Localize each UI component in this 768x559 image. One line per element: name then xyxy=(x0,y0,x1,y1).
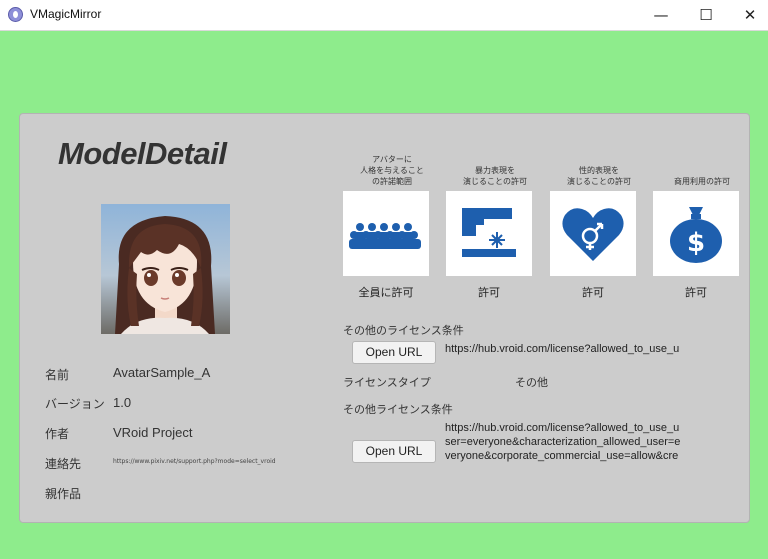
money-bag-icon: $ xyxy=(670,207,722,263)
heart-gender-icon xyxy=(562,208,624,261)
perm-violence-value: 許可 xyxy=(478,286,500,299)
name-label: 名前 xyxy=(45,368,70,382)
perm-commercial-heading-line: 商用利用の許可 xyxy=(674,177,730,186)
url-line: https://hub.vroid.com/license?allowed_to… xyxy=(445,422,680,434)
page-title: ModelDetail xyxy=(58,136,227,171)
other-license-url: https://hub.vroid.com/license?allowed_to… xyxy=(445,421,680,463)
contact-label: 連絡先 xyxy=(45,457,82,471)
model-detail-panel: ModelDetail 名前 AvatarSample_A バージョン 1.0 … xyxy=(19,113,750,523)
version-label: バージョン xyxy=(45,397,105,411)
perm-sexual-heading-line: 性的表現を xyxy=(579,166,619,175)
perm-sexual-heading-line: 演じることの許可 xyxy=(567,177,631,186)
perm-commercial-box: $ xyxy=(653,191,739,276)
perm-commercial-heading: 商用利用の許可 xyxy=(652,176,752,187)
perm-commercial-value: 許可 xyxy=(685,286,707,299)
parent-work-label: 親作品 xyxy=(45,487,82,501)
license-type-label: ライセンスタイプ xyxy=(343,376,431,389)
url-line: ser=everyone&characterization_allowed_us… xyxy=(445,436,681,448)
perm-violence-heading-line: 演じることの許可 xyxy=(463,177,527,186)
maximize-button[interactable]: ☐ xyxy=(683,0,729,30)
title-bar: VMagicMirror — ☐ ✕ xyxy=(0,0,768,31)
avatar-thumbnail xyxy=(101,204,230,334)
license-type-value: その他 xyxy=(515,376,548,389)
perm-characterization-value: 全員に許可 xyxy=(358,286,414,299)
contact-value: https://www.pixiv.net/support.php?mode=s… xyxy=(113,458,276,465)
perm-violence-heading: 暴力表現を 演じることの許可 xyxy=(445,165,545,187)
window-title: VMagicMirror xyxy=(30,7,102,21)
perm-sexual-value: 許可 xyxy=(582,286,604,299)
other-conditions-url: https://hub.vroid.com/license?allowed_to… xyxy=(445,343,680,355)
app-icon xyxy=(8,7,23,22)
open-url-button[interactable]: Open URL xyxy=(352,341,436,364)
version-value: 1.0 xyxy=(113,395,132,410)
people-icon xyxy=(349,223,421,249)
close-button[interactable]: ✕ xyxy=(727,0,768,30)
url-line: veryone&corporate_commercial_use=allow&c… xyxy=(445,450,679,462)
perm-characterization-heading-line: 人格を与えること xyxy=(360,166,424,175)
name-value: AvatarSample_A xyxy=(113,365,211,380)
author-label: 作者 xyxy=(45,427,70,441)
open-url-button-2[interactable]: Open URL xyxy=(352,440,436,463)
minimize-button[interactable]: — xyxy=(638,0,684,30)
perm-sexual-heading: 性的表現を 演じることの許可 xyxy=(549,165,649,187)
gun-icon xyxy=(462,208,516,257)
perm-sexual-box xyxy=(550,191,636,276)
perm-violence-box xyxy=(446,191,532,276)
svg-text:$: $ xyxy=(687,228,705,258)
perm-characterization-box xyxy=(343,191,429,276)
author-value: VRoid Project xyxy=(113,425,193,440)
other-license-label: その他ライセンス条件 xyxy=(343,403,453,416)
perm-characterization-heading: アバターに 人格を与えること の許諾範囲 xyxy=(342,154,442,187)
perm-characterization-heading-line: の許諾範囲 xyxy=(372,177,412,186)
perm-characterization-heading-line: アバターに xyxy=(372,155,412,164)
other-conditions-label: その他のライセンス条件 xyxy=(343,324,464,337)
perm-violence-heading-line: 暴力表現を xyxy=(475,166,515,175)
